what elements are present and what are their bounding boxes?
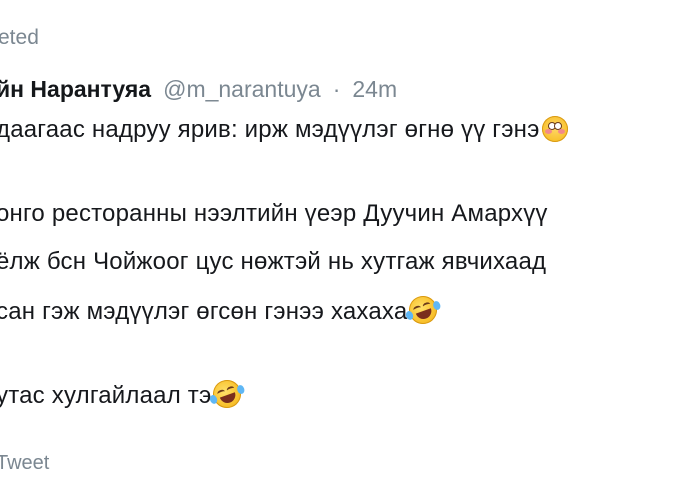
tweet-text-line: ёлж бсн Чойжоог цус нөжтэй нь хутгаж явч…: [0, 248, 546, 276]
rolling-laughing-icon: [209, 376, 247, 412]
author-name[interactable]: йн Нарантуяа: [0, 76, 151, 103]
retweeted-label: eted: [0, 26, 39, 49]
tweet-text-line: утас хулгайлаал тэ: [0, 376, 247, 412]
tweet-text-line: даагаас надруу ярив: ирж мэдүүлэг өгнө ү…: [0, 116, 568, 144]
tweet-text-line: онго ресторанны нээлтийн үеэр Дуучин Ама…: [0, 200, 548, 228]
flushed-face-icon: [541, 116, 568, 142]
tweet-text: онго ресторанны нээлтийн үеэр Дуучин Ама…: [0, 200, 548, 227]
tweet-text: сан гэж мэдүүлэг өгсөн гэнээ хахаха: [0, 298, 408, 325]
tweet-time[interactable]: 24m: [352, 76, 397, 103]
tweet-text: утас хулгайлаал тэ: [0, 382, 212, 409]
tweet-header: йн Нарантуяа @m_narantuya · 24m: [0, 76, 397, 103]
author-handle[interactable]: @m_narantuya: [163, 76, 321, 103]
footer-tweet-link[interactable]: Tweet: [0, 452, 49, 475]
tweet-text: ёлж бсн Чойжоог цус нөжтэй нь хутгаж явч…: [0, 248, 547, 275]
tweet-text-line: сан гэж мэдүүлэг өгсөн гэнээ хахаха: [0, 292, 443, 328]
rolling-laughing-icon: [405, 292, 443, 328]
separator-dot: ·: [332, 76, 341, 102]
tweet-text: даагаас надруу ярив: ирж мэдүүлэг өгнө ү…: [0, 116, 540, 143]
